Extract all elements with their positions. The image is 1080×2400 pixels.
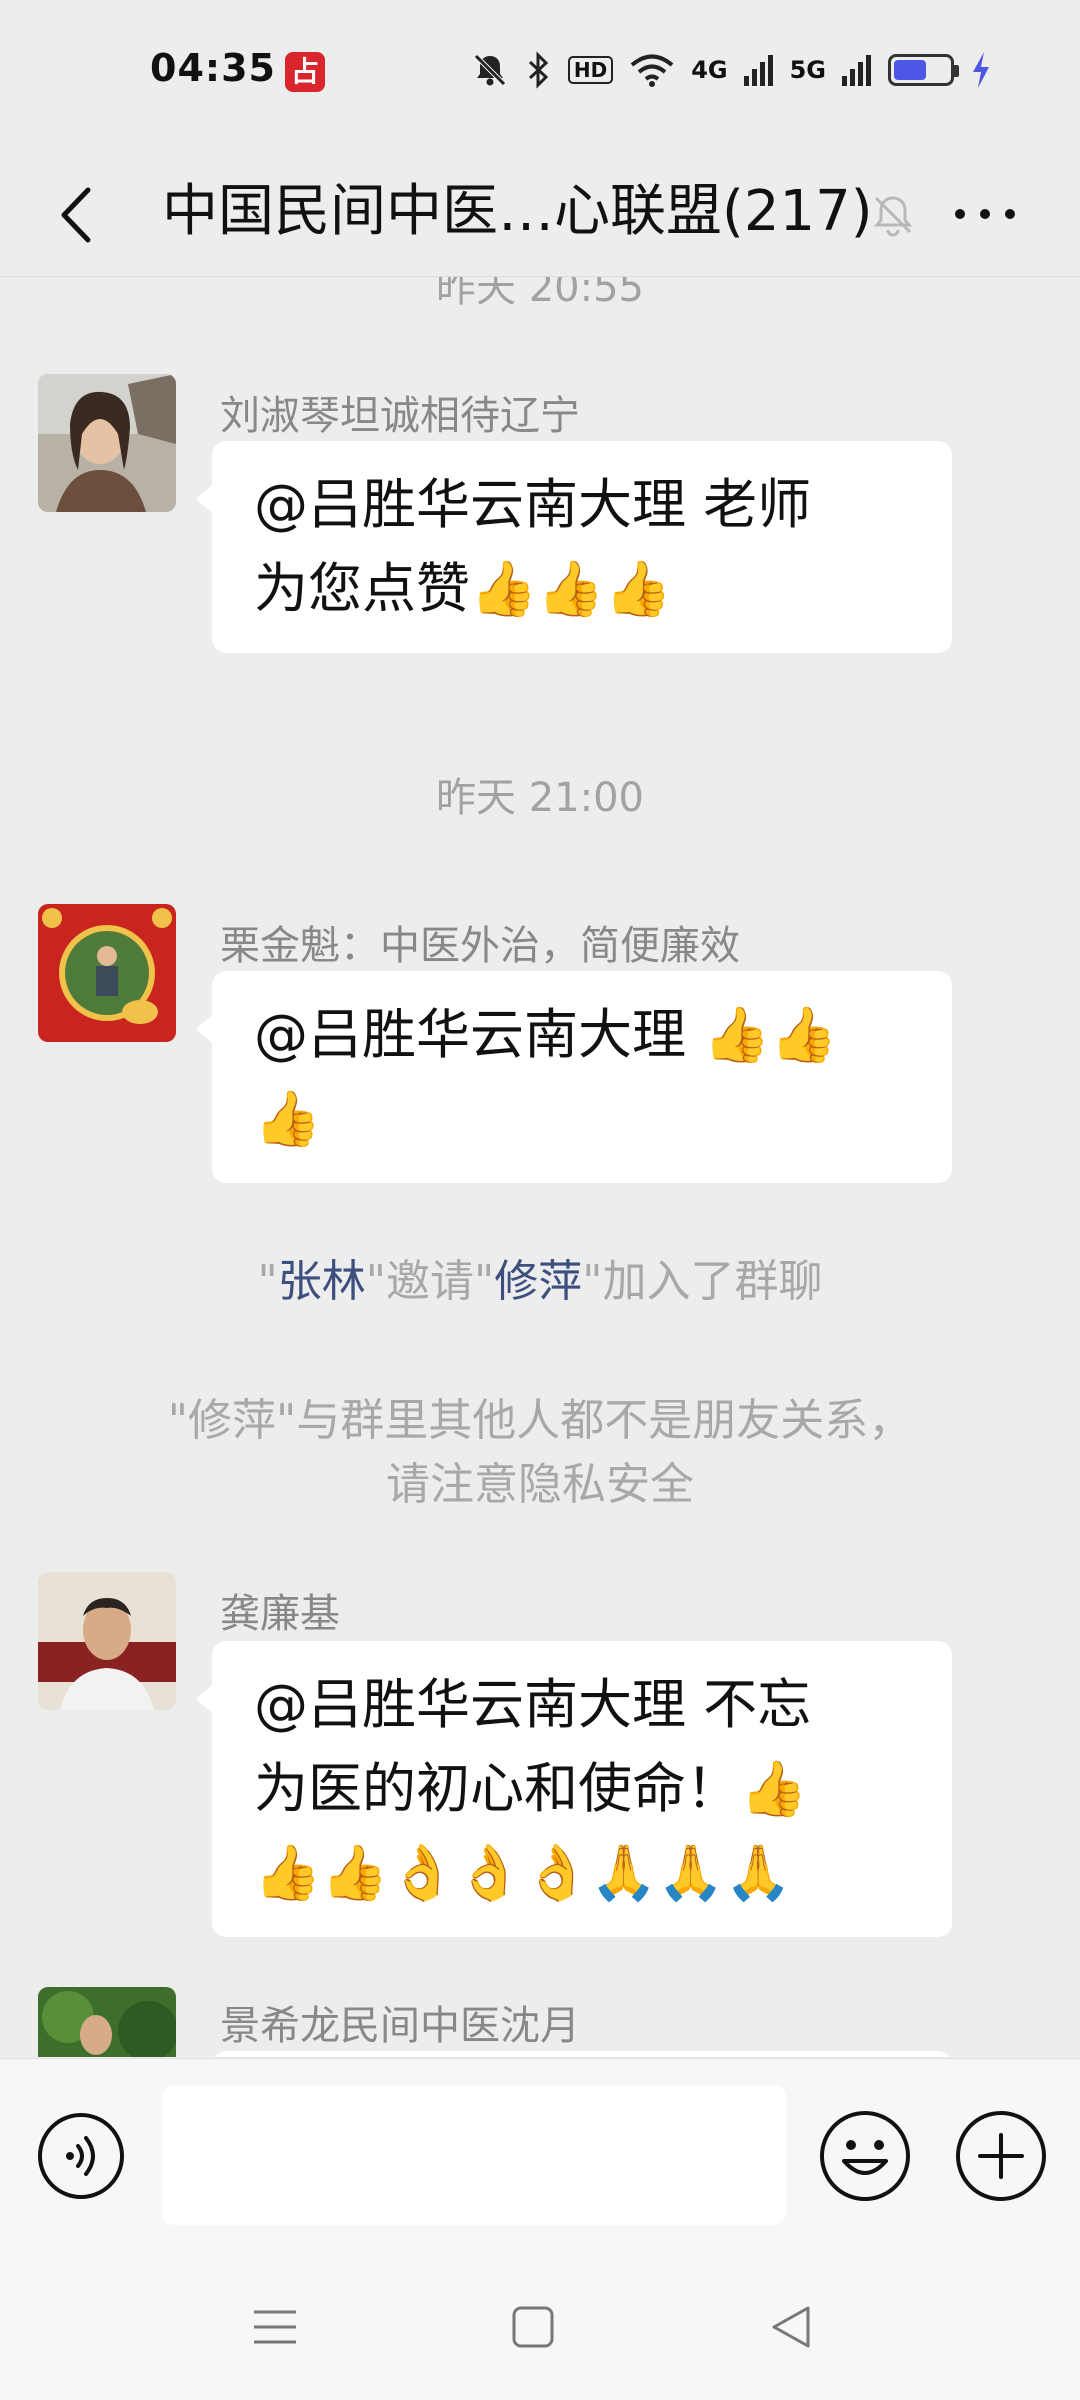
message-line: @吕胜华云南大理 👍👍 [254, 1003, 838, 1066]
hd-label: HD [567, 56, 614, 84]
more-icon[interactable] [950, 194, 1020, 234]
message-bubble[interactable] [212, 2051, 952, 2057]
inviter-name[interactable]: 张林 [278, 1256, 366, 1307]
sender-name: 龚廉基 [220, 1591, 340, 1637]
status-bar: 04:35 占 HD 4G 5G [0, 0, 1080, 150]
message-line: 为您点赞👍👍👍 [254, 557, 672, 620]
message-line: 👍👍👌👌👌🙏🙏🙏 [254, 1841, 792, 1904]
message-bubble[interactable]: @吕胜华云南大理 不忘 为医的初心和使命！👍 👍👍👌👌👌🙏🙏🙏 [196, 1641, 952, 1937]
sender-name: 刘淑琴坦诚相待辽宁 [220, 393, 580, 439]
emoji-icon[interactable] [818, 2109, 912, 2203]
timestamp: 昨天 21:00 [436, 775, 644, 821]
status-icons: HD 4G 5G [470, 50, 992, 90]
charging-bolt-icon [973, 52, 989, 88]
message-line: 为医的初心和使命！👍 [254, 1757, 808, 1820]
avatar[interactable] [38, 1987, 176, 2057]
message-input[interactable] [162, 2085, 786, 2225]
silent-bell-icon [474, 54, 506, 86]
wifi-icon [630, 54, 674, 87]
message-line: 👍 [254, 1087, 322, 1150]
input-bar [0, 2058, 1080, 2251]
home-icon[interactable] [498, 2292, 568, 2362]
system-invite-message: "张林"邀请"修萍"加入了群聊 [257, 1256, 823, 1307]
message-line: @吕胜华云南大理 不忘 [254, 1673, 812, 1736]
invitee-name[interactable]: 修萍 [494, 1256, 582, 1307]
chat-title: 中国民间中医…心联盟(217) [162, 179, 873, 244]
timestamp: 昨天 20:55 [436, 277, 644, 311]
back-triangle-icon[interactable] [756, 2292, 826, 2362]
avatar[interactable] [38, 904, 176, 1042]
signal-icon-2 [842, 55, 871, 86]
message-bubble[interactable]: @吕胜华云南大理 👍👍 👍 [196, 971, 952, 1183]
system-navigation-bar [0, 2250, 1080, 2400]
message-bubble[interactable]: @吕胜华云南大理 老师 为您点赞👍👍👍 [196, 441, 952, 653]
signal-icon-1 [743, 55, 773, 86]
back-arrow-icon[interactable] [50, 180, 106, 250]
menu-icon[interactable] [240, 2292, 310, 2362]
avatar[interactable] [38, 1572, 176, 1710]
sender-name: 景希龙民间中医沈月 [220, 2003, 580, 2049]
message-line: @吕胜华云南大理 老师 [254, 473, 812, 536]
message-list[interactable]: 昨天 20:55 刘淑琴坦诚相待辽宁 @吕胜华云南大理 老师 为您点赞👍👍👍 昨… [0, 277, 1080, 2057]
network-5g-label: 5G [789, 56, 826, 84]
privacy-notice: "修萍"与群里其他人都不是朋友关系， 请注意隐私安全 [167, 1395, 913, 1510]
voice-icon[interactable] [36, 2111, 126, 2201]
avatar[interactable] [38, 374, 176, 512]
app-notification-badge: 占 [285, 52, 325, 92]
plus-icon[interactable] [954, 2109, 1048, 2203]
mute-icon [873, 196, 913, 237]
chat-header: 中国民间中医…心联盟(217) [0, 150, 1080, 277]
sender-name: 栗金魁：中医外治，简便廉效 [220, 923, 740, 969]
battery-icon [888, 54, 959, 86]
battery-level [894, 60, 927, 80]
status-time: 04:35 [150, 46, 276, 90]
bluetooth-icon [528, 51, 548, 89]
network-4g-label: 4G [691, 56, 728, 84]
